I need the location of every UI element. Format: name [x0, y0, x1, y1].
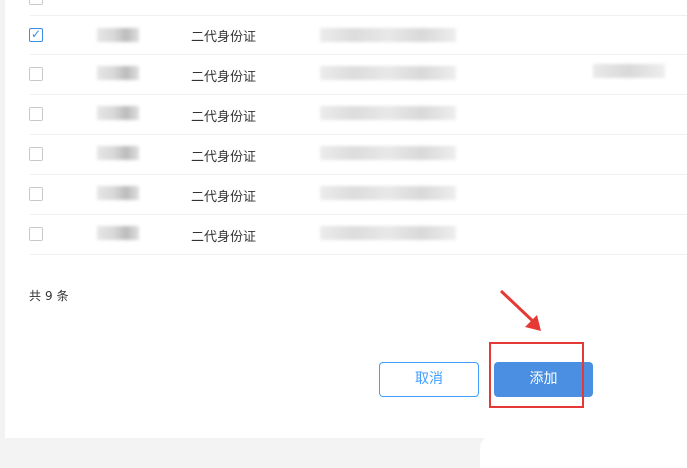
doc-type-cell: 二代身份证 [191, 150, 257, 165]
row-checkbox[interactable] [29, 227, 43, 241]
name-cell-redacted [97, 66, 139, 80]
id-number-cell-redacted [320, 186, 456, 200]
id-number-cell-redacted [320, 146, 456, 160]
total-suffix: 条 [56, 289, 69, 303]
id-number-cell-redacted [320, 66, 456, 80]
background-corner [480, 436, 687, 468]
doc-type-cell: 二代身份证 [191, 70, 257, 85]
id-number-cell-redacted [320, 226, 456, 240]
row-divider [30, 15, 687, 16]
row-divider [30, 94, 687, 95]
row-divider [30, 134, 687, 135]
doc-type-cell: 二代身份证 [191, 30, 257, 45]
row-divider [30, 54, 687, 55]
row-checkbox[interactable] [29, 147, 43, 161]
total-number: 9 [45, 289, 53, 303]
row-divider [30, 174, 687, 175]
add-button[interactable]: 添加 [494, 362, 593, 397]
cancel-button[interactable]: 取消 [379, 362, 479, 397]
id-number-cell-redacted [320, 28, 456, 42]
row-checkbox[interactable]: ✓ [29, 27, 43, 42]
doc-type-cell: 二代身份证 [191, 190, 257, 205]
annotation-arrow-icon [499, 289, 541, 331]
name-cell-redacted [97, 106, 139, 120]
row-checkbox-partial[interactable] [29, 0, 43, 5]
row-divider [30, 214, 687, 215]
total-count: 共9条 [29, 287, 69, 304]
row-checkbox[interactable] [29, 107, 43, 121]
id-number-cell-redacted [320, 106, 456, 120]
doc-type-cell: 二代身份证 [191, 110, 257, 125]
total-prefix: 共 [29, 289, 42, 303]
name-cell-redacted [97, 186, 139, 200]
doc-type-cell: 二代身份证 [191, 230, 257, 245]
name-cell-redacted [97, 226, 139, 240]
dialog-panel: ✓ 二代身份证 二代身份证 二代身份证 二代身份证 二代身份证 二代身份证 共9… [5, 0, 687, 438]
name-cell-redacted [97, 146, 139, 160]
row-checkbox[interactable] [29, 187, 43, 201]
checkmark-icon: ✓ [31, 27, 42, 41]
name-cell-redacted [97, 28, 139, 42]
row-checkbox[interactable] [29, 67, 43, 81]
table-bottom-divider [30, 254, 687, 255]
extra-cell-redacted [593, 64, 665, 78]
